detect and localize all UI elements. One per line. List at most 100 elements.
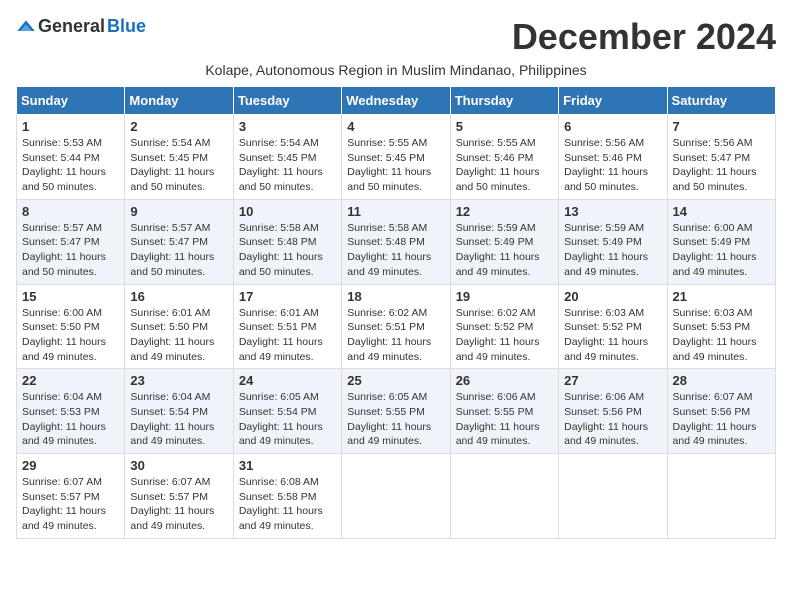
calendar-cell: 21 Sunrise: 6:03 AM Sunset: 5:53 PM Dayli…	[667, 284, 775, 369]
day-number: 21	[673, 289, 770, 304]
cell-info: Sunrise: 6:01 AM Sunset: 5:51 PM Dayligh…	[239, 306, 336, 365]
header-sunday: Sunday	[17, 87, 125, 115]
calendar-cell: 11 Sunrise: 5:58 AM Sunset: 5:48 PM Dayli…	[342, 199, 450, 284]
cell-info: Sunrise: 5:56 AM Sunset: 5:46 PM Dayligh…	[564, 136, 661, 195]
calendar-cell: 13 Sunrise: 5:59 AM Sunset: 5:49 PM Dayli…	[559, 199, 667, 284]
calendar-cell: 1 Sunrise: 5:53 AM Sunset: 5:44 PM Daylig…	[17, 115, 125, 200]
day-number: 23	[130, 373, 227, 388]
logo-general-text: General	[38, 16, 105, 37]
calendar-cell: 30Sunrise: 6:07 AM Sunset: 5:57 PM Dayli…	[125, 454, 233, 539]
calendar-cell: 20 Sunrise: 6:03 AM Sunset: 5:52 PM Dayli…	[559, 284, 667, 369]
calendar-cell	[342, 454, 450, 539]
logo-blue-text: Blue	[107, 16, 146, 37]
day-number: 25	[347, 373, 444, 388]
day-number: 15	[22, 289, 119, 304]
calendar-cell: 16Sunrise: 6:01 AM Sunset: 5:50 PM Dayli…	[125, 284, 233, 369]
calendar-cell: 14 Sunrise: 6:00 AM Sunset: 5:49 PM Dayli…	[667, 199, 775, 284]
day-number: 6	[564, 119, 661, 134]
cell-info: Sunrise: 6:00 AM Sunset: 5:50 PM Dayligh…	[22, 306, 119, 365]
cell-info: Sunrise: 6:07 AM Sunset: 5:56 PM Dayligh…	[673, 390, 770, 449]
day-number: 1	[22, 119, 119, 134]
cell-info: Sunrise: 5:59 AM Sunset: 5:49 PM Dayligh…	[456, 221, 553, 280]
calendar-cell	[450, 454, 558, 539]
calendar-cell: 10Sunrise: 5:58 AM Sunset: 5:48 PM Dayli…	[233, 199, 341, 284]
day-number: 30	[130, 458, 227, 473]
day-number: 16	[130, 289, 227, 304]
day-number: 20	[564, 289, 661, 304]
cell-info: Sunrise: 6:04 AM Sunset: 5:53 PM Dayligh…	[22, 390, 119, 449]
day-number: 31	[239, 458, 336, 473]
cell-info: Sunrise: 5:59 AM Sunset: 5:49 PM Dayligh…	[564, 221, 661, 280]
cell-info: Sunrise: 5:58 AM Sunset: 5:48 PM Dayligh…	[347, 221, 444, 280]
calendar-week-row: 1 Sunrise: 5:53 AM Sunset: 5:44 PM Daylig…	[17, 115, 776, 200]
month-title: December 2024	[512, 16, 776, 58]
calendar-cell: 31 Sunrise: 6:08 AM Sunset: 5:58 PM Dayli…	[233, 454, 341, 539]
cell-info: Sunrise: 6:00 AM Sunset: 5:49 PM Dayligh…	[673, 221, 770, 280]
calendar-week-row: 8 Sunrise: 5:57 AM Sunset: 5:47 PM Daylig…	[17, 199, 776, 284]
calendar-cell: 4Sunrise: 5:55 AM Sunset: 5:45 PM Daylig…	[342, 115, 450, 200]
calendar-cell: 15 Sunrise: 6:00 AM Sunset: 5:50 PM Dayli…	[17, 284, 125, 369]
day-number: 19	[456, 289, 553, 304]
cell-info: Sunrise: 6:02 AM Sunset: 5:51 PM Dayligh…	[347, 306, 444, 365]
calendar-cell	[559, 454, 667, 539]
calendar-header-row: SundayMondayTuesdayWednesdayThursdayFrid…	[17, 87, 776, 115]
day-number: 24	[239, 373, 336, 388]
calendar-cell: 12Sunrise: 5:59 AM Sunset: 5:49 PM Dayli…	[450, 199, 558, 284]
calendar-cell: 26 Sunrise: 6:06 AM Sunset: 5:55 PM Dayli…	[450, 369, 558, 454]
calendar-cell: 18 Sunrise: 6:02 AM Sunset: 5:51 PM Dayli…	[342, 284, 450, 369]
cell-info: Sunrise: 5:57 AM Sunset: 5:47 PM Dayligh…	[22, 221, 119, 280]
calendar-cell: 27 Sunrise: 6:06 AM Sunset: 5:56 PM Dayli…	[559, 369, 667, 454]
cell-info: Sunrise: 5:55 AM Sunset: 5:45 PM Dayligh…	[347, 136, 444, 195]
cell-info: Sunrise: 6:05 AM Sunset: 5:55 PM Dayligh…	[347, 390, 444, 449]
day-number: 13	[564, 204, 661, 219]
header-monday: Monday	[125, 87, 233, 115]
cell-info: Sunrise: 5:53 AM Sunset: 5:44 PM Dayligh…	[22, 136, 119, 195]
calendar-cell: 23 Sunrise: 6:04 AM Sunset: 5:54 PM Dayli…	[125, 369, 233, 454]
calendar-cell: 17Sunrise: 6:01 AM Sunset: 5:51 PM Dayli…	[233, 284, 341, 369]
calendar-cell: 9Sunrise: 5:57 AM Sunset: 5:47 PM Daylig…	[125, 199, 233, 284]
calendar-table: SundayMondayTuesdayWednesdayThursdayFrid…	[16, 86, 776, 539]
header-friday: Friday	[559, 87, 667, 115]
header-saturday: Saturday	[667, 87, 775, 115]
cell-info: Sunrise: 6:02 AM Sunset: 5:52 PM Dayligh…	[456, 306, 553, 365]
cell-info: Sunrise: 6:06 AM Sunset: 5:56 PM Dayligh…	[564, 390, 661, 449]
cell-info: Sunrise: 6:07 AM Sunset: 5:57 PM Dayligh…	[22, 475, 119, 534]
cell-info: Sunrise: 5:58 AM Sunset: 5:48 PM Dayligh…	[239, 221, 336, 280]
header-wednesday: Wednesday	[342, 87, 450, 115]
cell-info: Sunrise: 6:06 AM Sunset: 5:55 PM Dayligh…	[456, 390, 553, 449]
day-number: 14	[673, 204, 770, 219]
calendar-cell: 28 Sunrise: 6:07 AM Sunset: 5:56 PM Dayli…	[667, 369, 775, 454]
page-header: General Blue December 2024	[16, 16, 776, 58]
calendar-cell: 2 Sunrise: 5:54 AM Sunset: 5:45 PM Daylig…	[125, 115, 233, 200]
calendar-week-row: 29Sunrise: 6:07 AM Sunset: 5:57 PM Dayli…	[17, 454, 776, 539]
day-number: 7	[673, 119, 770, 134]
calendar-cell: 8 Sunrise: 5:57 AM Sunset: 5:47 PM Daylig…	[17, 199, 125, 284]
day-number: 5	[456, 119, 553, 134]
cell-info: Sunrise: 6:05 AM Sunset: 5:54 PM Dayligh…	[239, 390, 336, 449]
calendar-cell: 6 Sunrise: 5:56 AM Sunset: 5:46 PM Daylig…	[559, 115, 667, 200]
day-number: 2	[130, 119, 227, 134]
day-number: 27	[564, 373, 661, 388]
day-number: 26	[456, 373, 553, 388]
logo: General Blue	[16, 16, 146, 37]
cell-info: Sunrise: 5:56 AM Sunset: 5:47 PM Dayligh…	[673, 136, 770, 195]
cell-info: Sunrise: 6:03 AM Sunset: 5:52 PM Dayligh…	[564, 306, 661, 365]
calendar-cell: 7 Sunrise: 5:56 AM Sunset: 5:47 PM Daylig…	[667, 115, 775, 200]
cell-info: Sunrise: 6:03 AM Sunset: 5:53 PM Dayligh…	[673, 306, 770, 365]
calendar-cell: 24 Sunrise: 6:05 AM Sunset: 5:54 PM Dayli…	[233, 369, 341, 454]
calendar-cell: 3Sunrise: 5:54 AM Sunset: 5:45 PM Daylig…	[233, 115, 341, 200]
day-number: 18	[347, 289, 444, 304]
calendar-week-row: 22Sunrise: 6:04 AM Sunset: 5:53 PM Dayli…	[17, 369, 776, 454]
cell-info: Sunrise: 5:54 AM Sunset: 5:45 PM Dayligh…	[239, 136, 336, 195]
cell-info: Sunrise: 6:04 AM Sunset: 5:54 PM Dayligh…	[130, 390, 227, 449]
day-number: 8	[22, 204, 119, 219]
header-tuesday: Tuesday	[233, 87, 341, 115]
day-number: 11	[347, 204, 444, 219]
cell-info: Sunrise: 6:08 AM Sunset: 5:58 PM Dayligh…	[239, 475, 336, 534]
header-thursday: Thursday	[450, 87, 558, 115]
day-number: 28	[673, 373, 770, 388]
day-number: 9	[130, 204, 227, 219]
calendar-cell: 25 Sunrise: 6:05 AM Sunset: 5:55 PM Dayli…	[342, 369, 450, 454]
cell-info: Sunrise: 5:54 AM Sunset: 5:45 PM Dayligh…	[130, 136, 227, 195]
calendar-week-row: 15 Sunrise: 6:00 AM Sunset: 5:50 PM Dayli…	[17, 284, 776, 369]
